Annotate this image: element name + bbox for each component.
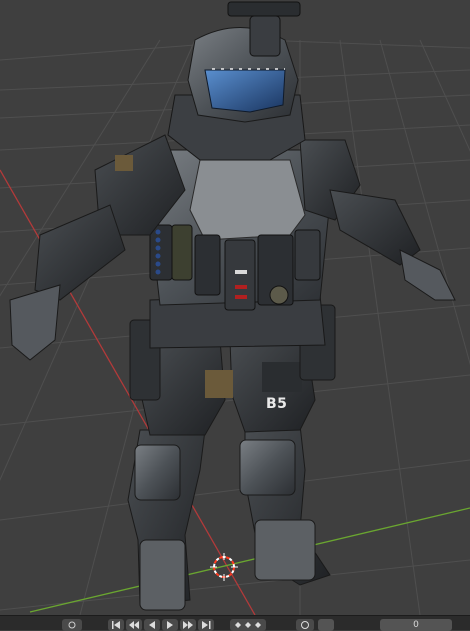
auto-key-icon[interactable] (296, 619, 314, 631)
current-frame-field[interactable]: 0 (380, 619, 452, 631)
timeline-option-field[interactable] (318, 619, 334, 631)
3d-viewport[interactable]: B5 (0, 0, 470, 615)
jump-keyframe-back-icon[interactable] (126, 619, 142, 631)
jump-keyframe-forward-icon[interactable] (180, 619, 196, 631)
play-reverse-icon[interactable] (144, 619, 160, 631)
keying-button[interactable] (230, 619, 266, 631)
timeline-menu-button[interactable] (62, 619, 82, 631)
timeline-bar: 0 (0, 615, 470, 631)
viewport-canvas[interactable] (0, 0, 470, 615)
jump-start-icon[interactable] (108, 619, 124, 631)
y-axis-line (29, 507, 470, 613)
play-icon[interactable] (162, 619, 178, 631)
jump-end-icon[interactable] (198, 619, 214, 631)
